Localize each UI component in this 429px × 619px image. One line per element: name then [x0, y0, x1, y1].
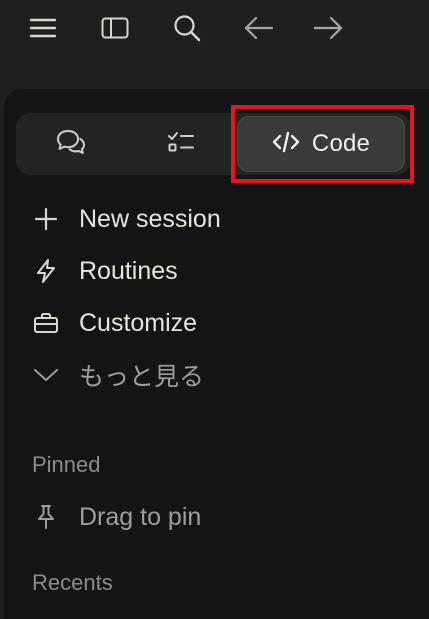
- search-button[interactable]: [169, 10, 205, 46]
- drag-to-pin-item: Drag to pin: [30, 497, 400, 537]
- pin-icon: [30, 501, 62, 533]
- chevron-down-icon: [30, 359, 62, 391]
- arrow-left-icon: [244, 16, 274, 40]
- chat-icon: [56, 128, 86, 161]
- briefcase-icon: [30, 307, 62, 339]
- tab-chat[interactable]: [16, 113, 126, 175]
- sidebar-toggle-button[interactable]: [97, 10, 133, 46]
- routines-button[interactable]: Routines: [30, 251, 400, 291]
- tasks-icon: [167, 130, 195, 159]
- new-session-label: New session: [79, 204, 221, 233]
- customize-label: Customize: [79, 308, 198, 337]
- search-icon: [173, 14, 201, 42]
- menu-button[interactable]: [25, 10, 61, 46]
- tab-code-label: Code: [311, 130, 371, 157]
- code-icon: [272, 130, 300, 159]
- sidebar-toggle-icon: [101, 17, 129, 39]
- drag-to-pin-label: Drag to pin: [79, 502, 202, 531]
- back-button[interactable]: [241, 10, 277, 46]
- recents-heading: Recents: [32, 570, 113, 595]
- tab-code[interactable]: Code: [237, 116, 405, 172]
- mode-switcher: Code: [16, 113, 411, 175]
- pinned-heading: Pinned: [32, 452, 101, 477]
- forward-button[interactable]: [310, 10, 346, 46]
- customize-button[interactable]: Customize: [30, 303, 400, 343]
- more-button[interactable]: もっと見る: [30, 355, 400, 395]
- tab-tasks[interactable]: [126, 113, 236, 175]
- routines-label: Routines: [79, 256, 178, 285]
- arrow-right-icon: [313, 16, 343, 40]
- app-window: Code New session Routines Customize もっと見…: [0, 0, 429, 619]
- more-label: もっと見る: [79, 363, 205, 391]
- new-session-button[interactable]: New session: [30, 199, 400, 239]
- plus-icon: [30, 203, 62, 235]
- lightning-icon: [30, 255, 62, 287]
- menu-icon: [30, 17, 56, 39]
- top-toolbar: [0, 0, 429, 56]
